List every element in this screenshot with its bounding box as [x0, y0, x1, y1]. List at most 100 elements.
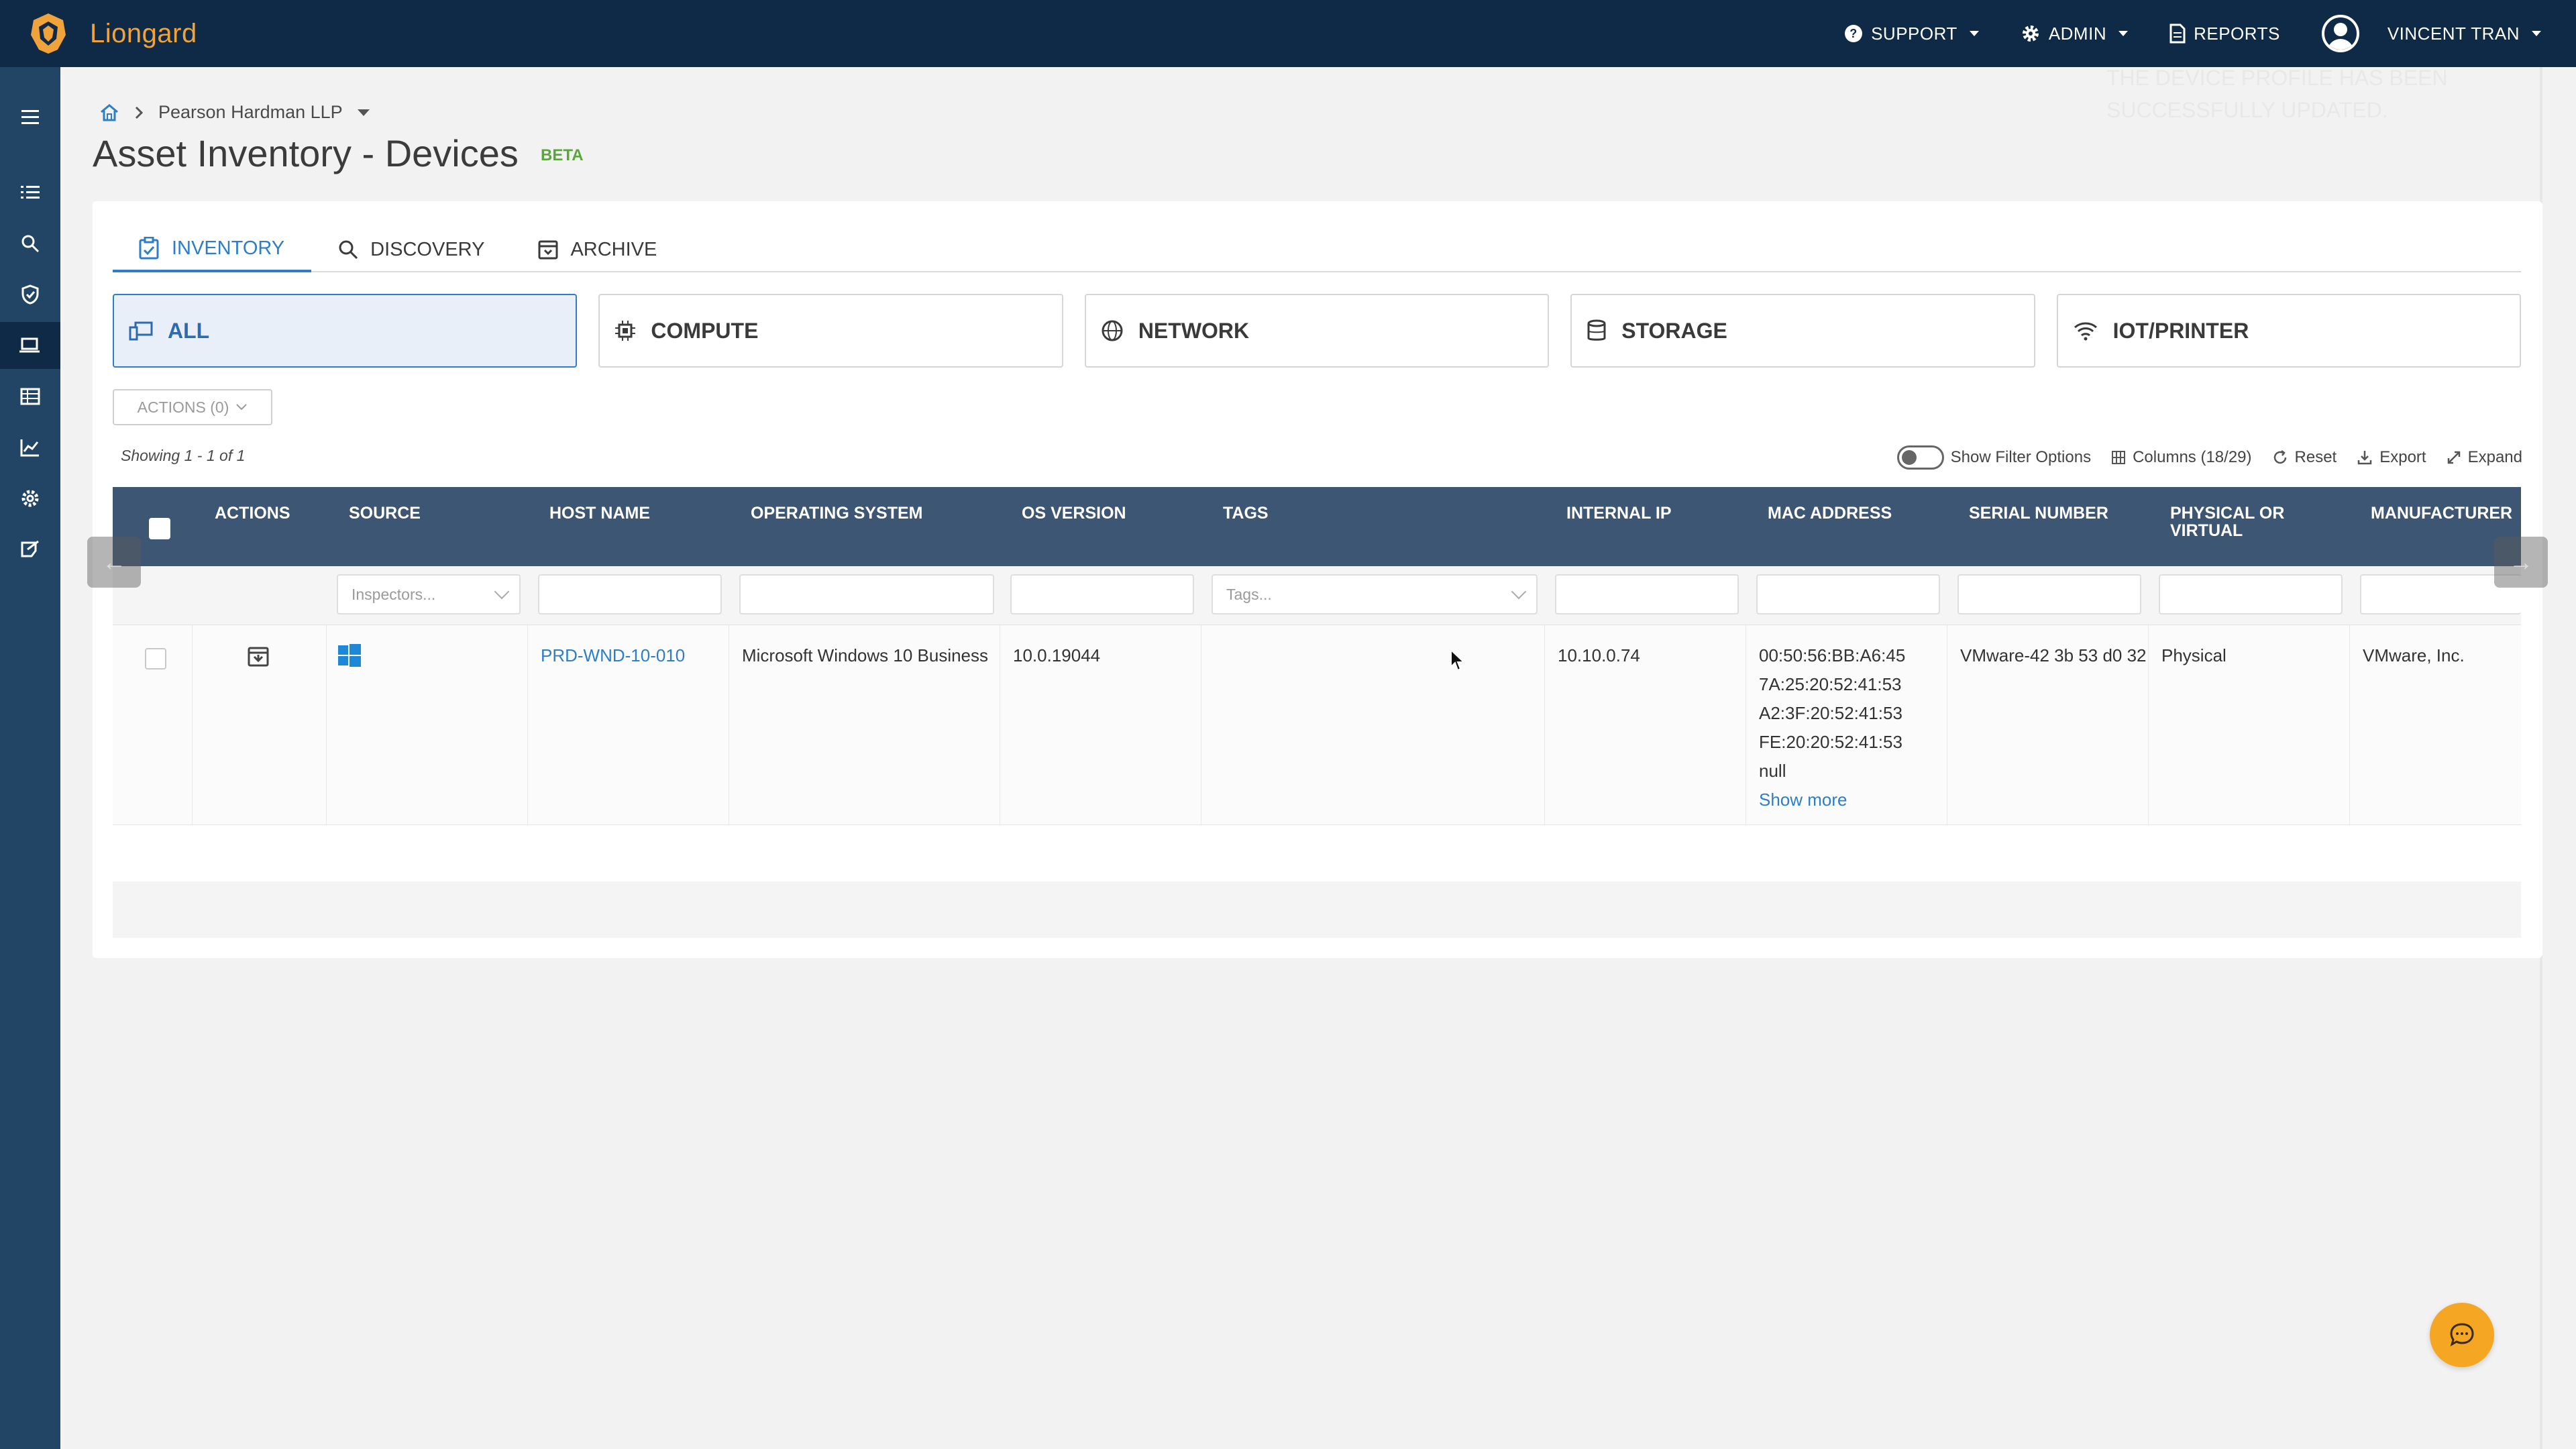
toggle-switch[interactable] [1896, 445, 1944, 470]
tags-filter-placeholder: Tags... [1226, 585, 1272, 603]
gear-icon [2022, 25, 2039, 42]
internal-ip-filter[interactable] [1555, 574, 1739, 614]
chat-button[interactable] [2430, 1303, 2494, 1367]
col-internal-ip[interactable]: INTERNAL IP [1566, 504, 1672, 522]
sidebar-item-settings[interactable] [0, 475, 60, 522]
chevron-down-icon[interactable] [357, 109, 370, 116]
globe-icon [1102, 320, 1123, 341]
inventory-icon [139, 237, 159, 260]
col-tags[interactable]: TAGS [1223, 504, 1269, 522]
export-button[interactable]: Export [2357, 448, 2426, 467]
reports-label: REPORTS [2194, 23, 2280, 44]
manufacturer-cell: VMware, Inc. [2363, 645, 2465, 665]
mac-address-value: 00:50:56:BB:A6:45 [1759, 645, 1906, 665]
reset-label: Reset [2294, 448, 2337, 466]
chat-icon [2450, 1323, 2474, 1347]
home-icon[interactable] [99, 103, 119, 122]
category-storage[interactable]: STORAGE [1570, 294, 2035, 368]
sidebar-item-devices[interactable] [0, 322, 60, 369]
tab-inventory[interactable]: INVENTORY [113, 227, 312, 272]
column-divider [2349, 625, 2350, 825]
database-icon [1587, 319, 1606, 341]
support-menu[interactable]: ? SUPPORT [1844, 23, 1979, 44]
category-filter: ALL COMPUTE NETWORK STORAGE IOT/PRINTER [113, 294, 2522, 368]
chevron-down-icon [1969, 31, 1979, 36]
category-iot-printer[interactable]: IOT/PRINTER [2056, 294, 2522, 368]
sidebar-item-notes[interactable] [0, 526, 60, 573]
wifi-icon [2074, 322, 2097, 341]
support-label: SUPPORT [1871, 23, 1957, 44]
table-row[interactable]: PRD-WND-10-010 Microsoft Windows 10 Busi… [113, 625, 2521, 825]
top-bar: Liongard ? SUPPORT ADMIN REPORTS VINCENT… [0, 0, 2576, 67]
svg-text:?: ? [1849, 27, 1858, 40]
mac-address-filter[interactable] [1756, 574, 1940, 614]
actions-dropdown[interactable]: ACTIONS (0) [113, 389, 272, 425]
tab-bar: INVENTORY DISCOVERY ARCHIVE [113, 227, 2521, 272]
col-operating-system[interactable]: OPERATING SYSTEM [751, 504, 923, 522]
tags-filter[interactable]: Tags... [1212, 574, 1538, 614]
windows-icon [338, 644, 361, 667]
reports-link[interactable]: REPORTS [2169, 23, 2280, 44]
row-checkbox[interactable] [145, 648, 166, 669]
hamburger-icon [21, 110, 39, 124]
category-label: IOT/PRINTER [2112, 318, 2249, 343]
brand-name[interactable]: Liongard [90, 19, 197, 49]
source-filter[interactable]: Inspectors... [337, 574, 521, 614]
host-name-filter[interactable] [538, 574, 722, 614]
category-network[interactable]: NETWORK [1084, 294, 1550, 368]
scroll-right-button[interactable]: → [2494, 537, 2548, 588]
avatar [2321, 15, 2359, 52]
chevron-down-icon [2532, 31, 2541, 36]
select-all-checkbox[interactable] [149, 518, 170, 539]
admin-menu[interactable]: ADMIN [2021, 23, 2129, 44]
col-host-name[interactable]: HOST NAME [549, 504, 650, 522]
col-serial-number[interactable]: SERIAL NUMBER [1969, 504, 2108, 522]
toast-message: THE DEVICE PROFILE HAS BEEN SUCCESSFULLY… [2106, 62, 2448, 126]
host-name-link[interactable]: PRD-WND-10-010 [541, 641, 685, 670]
archive-icon [538, 240, 558, 260]
column-divider [2148, 625, 2149, 825]
internal-ip-cell: 10.10.0.74 [1558, 645, 1640, 665]
menu-toggle[interactable] [0, 94, 60, 141]
show-more-link[interactable]: Show more [1759, 786, 1905, 814]
mac-address-cell: 00:50:56:BB:A6:45 7A:25:20:52:41:53 A2:3… [1759, 641, 1905, 814]
col-manufacturer[interactable]: MANUFACTURER [2371, 504, 2512, 522]
help-icon: ? [1845, 25, 1863, 42]
mac-address-value: 7A:25:20:52:41:53 [1759, 674, 1902, 694]
sidebar-item-table[interactable] [0, 373, 60, 420]
category-label: ALL [168, 318, 210, 343]
scroll-left-button[interactable]: ← [87, 537, 141, 588]
columns-button[interactable]: Columns (18/29) [2111, 448, 2252, 467]
col-os-version[interactable]: OS VERSION [1022, 504, 1126, 522]
tab-discovery[interactable]: DISCOVERY [311, 227, 511, 272]
tab-archive[interactable]: ARCHIVE [511, 227, 684, 272]
toast-line: THE DEVICE PROFILE HAS BEEN [2106, 66, 2448, 90]
category-all[interactable]: ALL [113, 294, 578, 368]
col-mac-address[interactable]: MAC ADDRESS [1768, 504, 1892, 522]
col-source[interactable]: SOURCE [349, 504, 421, 522]
shield-icon [21, 284, 39, 305]
filter-toggle[interactable]: Show Filter Options [1896, 445, 2091, 470]
col-physical-or-virtual[interactable]: PHYSICAL OR VIRTUAL [2170, 504, 2284, 539]
table-header: ACTIONS SOURCE HOST NAME OPERATING SYSTE… [113, 487, 2521, 566]
expand-icon [2447, 451, 2460, 464]
reset-button[interactable]: Reset [2272, 448, 2337, 467]
expand-button[interactable]: Expand [2447, 448, 2522, 467]
columns-label: Columns (18/29) [2133, 448, 2252, 466]
archive-icon[interactable] [247, 645, 270, 668]
category-compute[interactable]: COMPUTE [598, 294, 1063, 368]
sidebar-item-reports[interactable] [0, 424, 60, 471]
physical-filter[interactable] [2159, 574, 2343, 614]
os-filter[interactable] [739, 574, 994, 614]
user-menu[interactable]: VINCENT TRAN [2321, 15, 2541, 52]
chevron-down-icon [1511, 584, 1527, 600]
os-version-filter[interactable] [1010, 574, 1194, 614]
mouse-cursor-icon [1450, 649, 1465, 672]
sidebar-item-security[interactable] [0, 271, 60, 318]
liongard-logo-icon[interactable] [27, 12, 70, 55]
company-selector[interactable]: Pearson Hardman LLP [158, 102, 343, 123]
sidebar-item-search[interactable] [0, 220, 60, 267]
serial-number-filter[interactable] [1957, 574, 2141, 614]
sidebar-item-list[interactable] [0, 169, 60, 216]
col-actions[interactable]: ACTIONS [215, 504, 290, 522]
